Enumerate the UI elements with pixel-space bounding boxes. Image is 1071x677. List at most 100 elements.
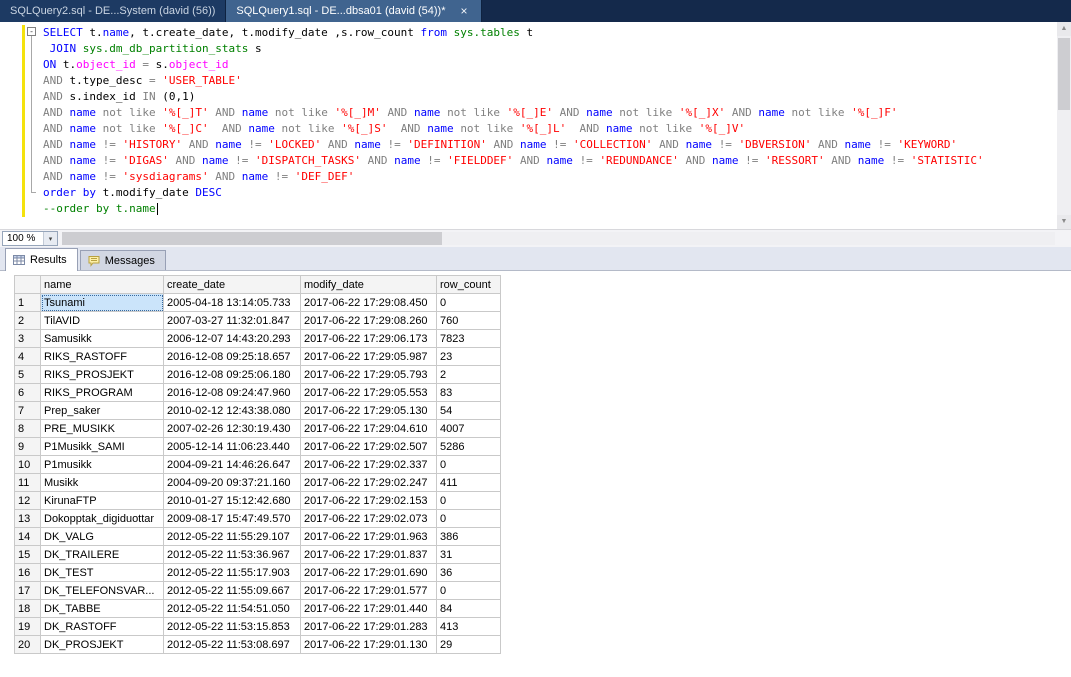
cell-modify_date[interactable]: 2017-06-22 17:29:05.793 [301, 366, 437, 384]
code-line[interactable]: AND name not like '%[_]T' AND name not l… [43, 105, 984, 121]
cell-create_date[interactable]: 2006-12-07 14:43:20.293 [164, 330, 301, 348]
cell-modify_date[interactable]: 2017-06-22 17:29:05.553 [301, 384, 437, 402]
scroll-up-icon[interactable]: ▲ [1057, 22, 1071, 36]
code-line[interactable]: ON t.object_id = s.object_id [43, 57, 984, 73]
cell-row_count[interactable]: 760 [437, 312, 501, 330]
cell-name[interactable]: Dokopptak_digiduottar [41, 510, 164, 528]
cell-create_date[interactable]: 2012-05-22 11:53:08.697 [164, 636, 301, 654]
cell-create_date[interactable]: 2010-01-27 15:12:42.680 [164, 492, 301, 510]
row-number[interactable]: 8 [15, 420, 41, 438]
sql-editor[interactable]: - SELECT t.name, t.create_date, t.modify… [0, 22, 1071, 229]
cell-row_count[interactable]: 36 [437, 564, 501, 582]
code-line[interactable]: --order by t.name [43, 201, 984, 217]
cell-modify_date[interactable]: 2017-06-22 17:29:02.153 [301, 492, 437, 510]
row-number[interactable]: 6 [15, 384, 41, 402]
cell-name[interactable]: DK_TABBE [41, 600, 164, 618]
cell-modify_date[interactable]: 2017-06-22 17:29:02.507 [301, 438, 437, 456]
cell-create_date[interactable]: 2007-02-26 12:30:19.430 [164, 420, 301, 438]
cell-modify_date[interactable]: 2017-06-22 17:29:06.173 [301, 330, 437, 348]
code-line[interactable]: AND name != 'HISTORY' AND name != 'LOCKE… [43, 137, 984, 153]
row-number[interactable]: 10 [15, 456, 41, 474]
cell-create_date[interactable]: 2004-09-21 14:46:26.647 [164, 456, 301, 474]
row-number[interactable]: 17 [15, 582, 41, 600]
cell-create_date[interactable]: 2012-05-22 11:55:29.107 [164, 528, 301, 546]
cell-row_count[interactable]: 23 [437, 348, 501, 366]
code-line[interactable]: AND name not like '%[_]C' AND name not l… [43, 121, 984, 137]
cell-create_date[interactable]: 2012-05-22 11:55:09.667 [164, 582, 301, 600]
row-number[interactable]: 11 [15, 474, 41, 492]
cell-create_date[interactable]: 2005-04-18 13:14:05.733 [164, 294, 301, 312]
cell-name[interactable]: DK_TELEFONSVAR... [41, 582, 164, 600]
cell-name[interactable]: RIKS_RASTOFF [41, 348, 164, 366]
tab-sqlquery2[interactable]: SQLQuery2.sql - DE...System (david (56)) [0, 0, 226, 22]
cell-modify_date[interactable]: 2017-06-22 17:29:02.247 [301, 474, 437, 492]
cell-modify_date[interactable]: 2017-06-22 17:29:08.450 [301, 294, 437, 312]
row-number[interactable]: 5 [15, 366, 41, 384]
code-area[interactable]: SELECT t.name, t.create_date, t.modify_d… [43, 25, 984, 217]
row-number[interactable]: 16 [15, 564, 41, 582]
cell-row_count[interactable]: 84 [437, 600, 501, 618]
column-header-name[interactable]: name [41, 276, 164, 294]
cell-create_date[interactable]: 2016-12-08 09:24:47.960 [164, 384, 301, 402]
cell-create_date[interactable]: 2004-09-20 09:37:21.160 [164, 474, 301, 492]
cell-row_count[interactable]: 2 [437, 366, 501, 384]
column-header-create_date[interactable]: create_date [164, 276, 301, 294]
cell-row_count[interactable]: 0 [437, 294, 501, 312]
cell-row_count[interactable]: 7823 [437, 330, 501, 348]
cell-create_date[interactable]: 2012-05-22 11:53:15.853 [164, 618, 301, 636]
tab-sqlquery1[interactable]: SQLQuery1.sql - DE...dbsa01 (david (54))… [226, 0, 481, 22]
cell-row_count[interactable]: 413 [437, 618, 501, 636]
cell-name[interactable]: DK_PROSJEKT [41, 636, 164, 654]
cell-modify_date[interactable]: 2017-06-22 17:29:05.130 [301, 402, 437, 420]
cell-modify_date[interactable]: 2017-06-22 17:29:01.690 [301, 564, 437, 582]
cell-name[interactable]: Tsunami [41, 294, 164, 312]
code-line[interactable]: AND s.index_id IN (0,1) [43, 89, 984, 105]
cell-name[interactable]: TilAVID [41, 312, 164, 330]
row-number[interactable]: 7 [15, 402, 41, 420]
cell-modify_date[interactable]: 2017-06-22 17:29:01.440 [301, 600, 437, 618]
grid-corner-cell[interactable] [15, 276, 41, 294]
cell-name[interactable]: KirunaFTP [41, 492, 164, 510]
cell-row_count[interactable]: 83 [437, 384, 501, 402]
row-number[interactable]: 1 [15, 294, 41, 312]
collapse-region-icon[interactable]: - [27, 27, 36, 36]
cell-row_count[interactable]: 0 [437, 492, 501, 510]
code-line[interactable]: JOIN sys.dm_db_partition_stats s [43, 41, 984, 57]
cell-modify_date[interactable]: 2017-06-22 17:29:01.130 [301, 636, 437, 654]
cell-row_count[interactable]: 5286 [437, 438, 501, 456]
cell-modify_date[interactable]: 2017-06-22 17:29:01.837 [301, 546, 437, 564]
row-number[interactable]: 15 [15, 546, 41, 564]
cell-modify_date[interactable]: 2017-06-22 17:29:05.987 [301, 348, 437, 366]
cell-create_date[interactable]: 2012-05-22 11:53:36.967 [164, 546, 301, 564]
cell-row_count[interactable]: 4007 [437, 420, 501, 438]
cell-name[interactable]: DK_TEST [41, 564, 164, 582]
scrollbar-thumb[interactable] [62, 232, 442, 245]
editor-vertical-scrollbar[interactable]: ▲ ▼ [1057, 22, 1071, 229]
tab-results[interactable]: Results [5, 248, 78, 271]
cell-name[interactable]: PRE_MUSIKK [41, 420, 164, 438]
cell-name[interactable]: DK_VALG [41, 528, 164, 546]
cell-create_date[interactable]: 2016-12-08 09:25:06.180 [164, 366, 301, 384]
cell-row_count[interactable]: 31 [437, 546, 501, 564]
cell-modify_date[interactable]: 2017-06-22 17:29:04.610 [301, 420, 437, 438]
cell-row_count[interactable]: 0 [437, 510, 501, 528]
cell-modify_date[interactable]: 2017-06-22 17:29:01.283 [301, 618, 437, 636]
code-line[interactable]: order by t.modify_date DESC [43, 185, 984, 201]
cell-modify_date[interactable]: 2017-06-22 17:29:01.577 [301, 582, 437, 600]
cell-modify_date[interactable]: 2017-06-22 17:29:01.963 [301, 528, 437, 546]
row-number[interactable]: 13 [15, 510, 41, 528]
code-line[interactable]: AND name != 'sysdiagrams' AND name != 'D… [43, 169, 984, 185]
cell-row_count[interactable]: 54 [437, 402, 501, 420]
cell-create_date[interactable]: 2012-05-22 11:55:17.903 [164, 564, 301, 582]
cell-row_count[interactable]: 0 [437, 456, 501, 474]
scroll-down-icon[interactable]: ▼ [1057, 215, 1071, 229]
cell-name[interactable]: DK_TRAILERE [41, 546, 164, 564]
row-number[interactable]: 12 [15, 492, 41, 510]
cell-create_date[interactable]: 2012-05-22 11:54:51.050 [164, 600, 301, 618]
row-number[interactable]: 4 [15, 348, 41, 366]
cell-row_count[interactable]: 411 [437, 474, 501, 492]
tab-messages[interactable]: Messages [80, 250, 166, 270]
cell-name[interactable]: DK_RASTOFF [41, 618, 164, 636]
cell-modify_date[interactable]: 2017-06-22 17:29:02.337 [301, 456, 437, 474]
cell-create_date[interactable]: 2010-02-12 12:43:38.080 [164, 402, 301, 420]
